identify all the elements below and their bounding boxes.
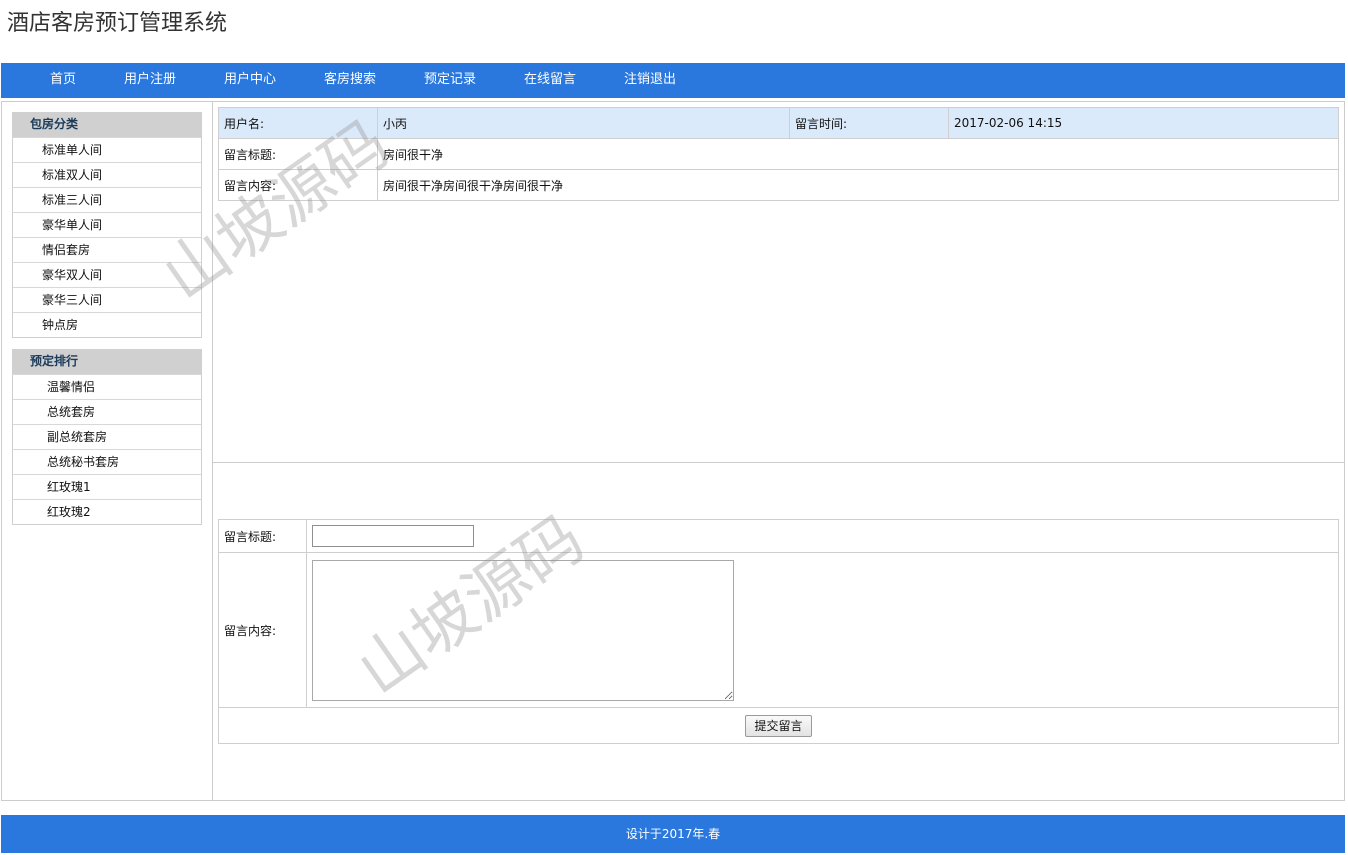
content-value: 房间很干净房间很干净房间很干净 <box>377 169 1339 201</box>
category-item-deluxe-triple[interactable]: 豪华三人间 <box>13 287 201 312</box>
table-row: 留言标题: 房间很干净 <box>218 138 1339 170</box>
title-label: 留言标题: <box>218 138 378 170</box>
booking-ranking-title: 预定排行 <box>13 349 201 374</box>
ranking-item-4[interactable]: 总统秘书套房 <box>13 449 201 474</box>
ranking-item-6[interactable]: 红玫瑰2 <box>13 499 201 524</box>
nav-register[interactable]: 用户注册 <box>124 63 176 98</box>
form-content-cell <box>306 552 1339 708</box>
vertical-divider <box>212 102 213 800</box>
category-item-couple-suite[interactable]: 情侣套房 <box>13 237 201 262</box>
user-value: 小丙 <box>377 107 790 139</box>
ranking-item-2[interactable]: 总统套房 <box>13 399 201 424</box>
user-label: 用户名: <box>218 107 378 139</box>
room-category-box: 包房分类 标准单人间 标准双人间 标准三人间 豪华单人间 情侣套房 豪华双人间 … <box>12 112 202 338</box>
time-label: 留言时间: <box>789 107 949 139</box>
form-title-cell <box>306 519 1339 553</box>
nav-home[interactable]: 首页 <box>50 63 76 98</box>
category-item-standard-triple[interactable]: 标准三人间 <box>13 187 201 212</box>
time-value: 2017-02-06 14:15 <box>948 107 1339 139</box>
site-title: 酒店客房预订管理系统 <box>7 11 228 36</box>
category-item-standard-single[interactable]: 标准单人间 <box>13 137 201 162</box>
form-title-label: 留言标题: <box>218 519 307 553</box>
category-item-standard-double[interactable]: 标准双人间 <box>13 162 201 187</box>
ranking-item-5[interactable]: 红玫瑰1 <box>13 474 201 499</box>
footer-text: 设计于2017年.春 <box>625 827 721 841</box>
message-detail-table: 用户名: 小丙 留言时间: 2017-02-06 14:15 留言标题: 房间很… <box>218 107 1339 201</box>
table-row: 用户名: 小丙 留言时间: 2017-02-06 14:15 <box>218 107 1339 139</box>
form-row: 留言标题: <box>218 519 1339 553</box>
content-label: 留言内容: <box>218 169 378 201</box>
category-item-deluxe-single[interactable]: 豪华单人间 <box>13 212 201 237</box>
nav-booking-records[interactable]: 预定记录 <box>424 63 476 98</box>
message-form: 留言标题: 留言内容: 提交留言 <box>218 519 1339 744</box>
message-content-textarea[interactable] <box>312 559 734 701</box>
ranking-item-3[interactable]: 副总统套房 <box>13 424 201 449</box>
sidebar: 包房分类 标准单人间 标准双人间 标准三人间 豪华单人间 情侣套房 豪华双人间 … <box>12 112 202 525</box>
table-row: 留言内容: 房间很干净房间很干净房间很干净 <box>218 169 1339 201</box>
category-item-deluxe-double[interactable]: 豪华双人间 <box>13 262 201 287</box>
form-row: 留言内容: <box>218 552 1339 708</box>
form-row: 提交留言 <box>218 707 1339 744</box>
room-category-title: 包房分类 <box>13 112 201 137</box>
nav-online-message[interactable]: 在线留言 <box>524 63 576 98</box>
title-value: 房间很干净 <box>377 138 1339 170</box>
nav-logout[interactable]: 注销退出 <box>624 63 676 98</box>
submit-message-button[interactable]: 提交留言 <box>745 714 812 737</box>
message-title-input[interactable] <box>312 525 474 547</box>
footer: 设计于2017年.春 <box>1 815 1345 853</box>
category-item-hourly-room[interactable]: 钟点房 <box>13 312 201 337</box>
nav-room-search[interactable]: 客房搜索 <box>324 63 376 98</box>
horizontal-divider <box>213 462 1344 463</box>
main-nav: 首页 用户注册 用户中心 客房搜索 预定记录 在线留言 注销退出 <box>1 63 1345 98</box>
nav-user-center[interactable]: 用户中心 <box>224 63 276 98</box>
booking-ranking-box: 预定排行 温馨情侣 总统套房 副总统套房 总统秘书套房 红玫瑰1 红玫瑰2 <box>12 349 202 525</box>
ranking-item-1[interactable]: 温馨情侣 <box>13 374 201 399</box>
form-content-label: 留言内容: <box>218 552 307 708</box>
form-submit-cell: 提交留言 <box>218 707 1339 744</box>
